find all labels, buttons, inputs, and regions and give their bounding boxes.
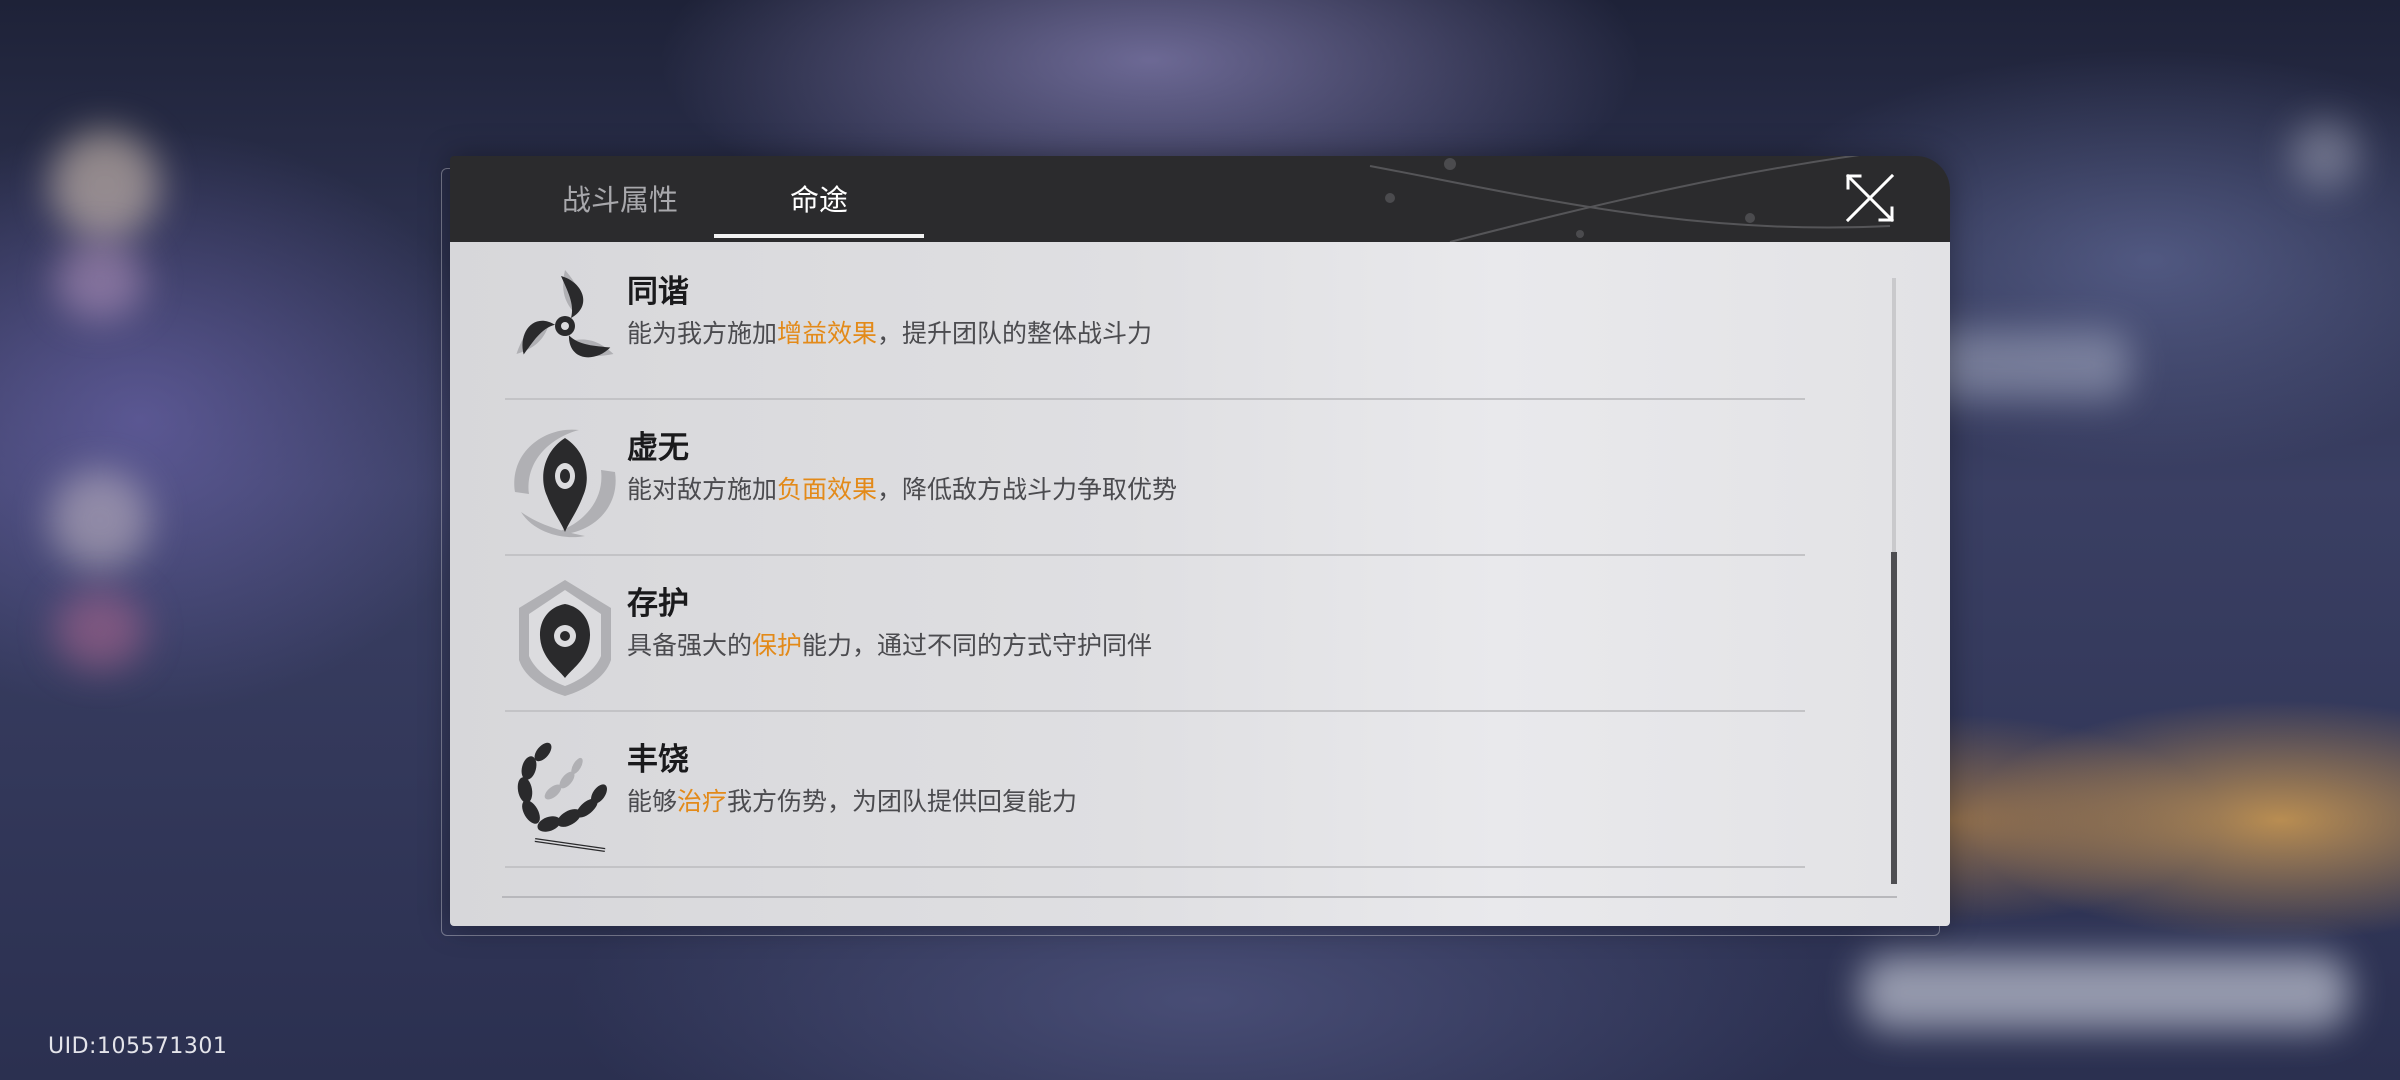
dialog-header: 战斗属性 命途: [450, 156, 1950, 242]
preservation-path-icon: [519, 580, 611, 696]
background-blur-shape: [55, 240, 145, 320]
abundance-path-icon: [517, 742, 607, 852]
list-bottom-divider: [502, 896, 1897, 898]
highlighted-keyword: 增益效果: [777, 319, 878, 348]
highlighted-keyword: 治疗: [677, 787, 728, 816]
tab-battle-attributes[interactable]: 战斗属性: [540, 156, 700, 242]
list-item-harmony: 同谐 能为我方施加增益效果，提升团队的整体战斗力: [505, 242, 1805, 400]
path-description: 具备强大的保护能力，通过不同的方式守护同伴: [627, 631, 1153, 660]
list-item-abundance: 丰饶 能够治疗我方伤势，为团队提供回复能力: [505, 710, 1805, 868]
path-info-dialog: 战斗属性 命途 同谐 能为我方施加增益效果，提升团队的整体战斗力 虚无 能对敌方…: [450, 156, 1950, 926]
path-name: 存护: [627, 586, 689, 622]
tab-path[interactable]: 命途: [714, 156, 924, 242]
background-blur-shape: [50, 130, 160, 240]
path-name: 丰饶: [627, 742, 689, 778]
harmony-path-icon: [516, 270, 614, 358]
path-description: 能对敌方施加负面效果，降低敌方战斗力争取优势: [627, 475, 1178, 504]
highlighted-keyword: 负面效果: [777, 475, 878, 504]
highlighted-keyword: 保护: [752, 631, 803, 660]
close-x-icon: [1845, 173, 1895, 223]
path-name: 同谐: [627, 274, 689, 310]
background-blur-shape: [2290, 120, 2360, 190]
list-item-nihility: 虚无 能对敌方施加负面效果，降低敌方战斗力争取优势: [505, 398, 1805, 556]
scrollbar-thumb[interactable]: [1891, 552, 1897, 884]
path-name: 虚无: [627, 430, 689, 466]
background-blur-shape: [55, 590, 145, 670]
active-tab-indicator: [714, 234, 924, 238]
list-item-preservation: 存护 具备强大的保护能力，通过不同的方式守护同伴: [505, 554, 1805, 712]
path-description: 能为我方施加增益效果，提升团队的整体战斗力: [627, 319, 1153, 348]
path-list-panel: 同谐 能为我方施加增益效果，提升团队的整体战斗力 虚无 能对敌方施加负面效果，降: [450, 242, 1950, 926]
path-description: 能够治疗我方伤势，为团队提供回复能力: [627, 787, 1078, 816]
background-blur-shape: [1860, 955, 2350, 1030]
background-blur-shape: [50, 470, 150, 570]
uid-label: UID:105571301: [48, 1034, 228, 1059]
close-button[interactable]: [1844, 172, 1896, 224]
nihility-path-icon: [514, 429, 616, 538]
